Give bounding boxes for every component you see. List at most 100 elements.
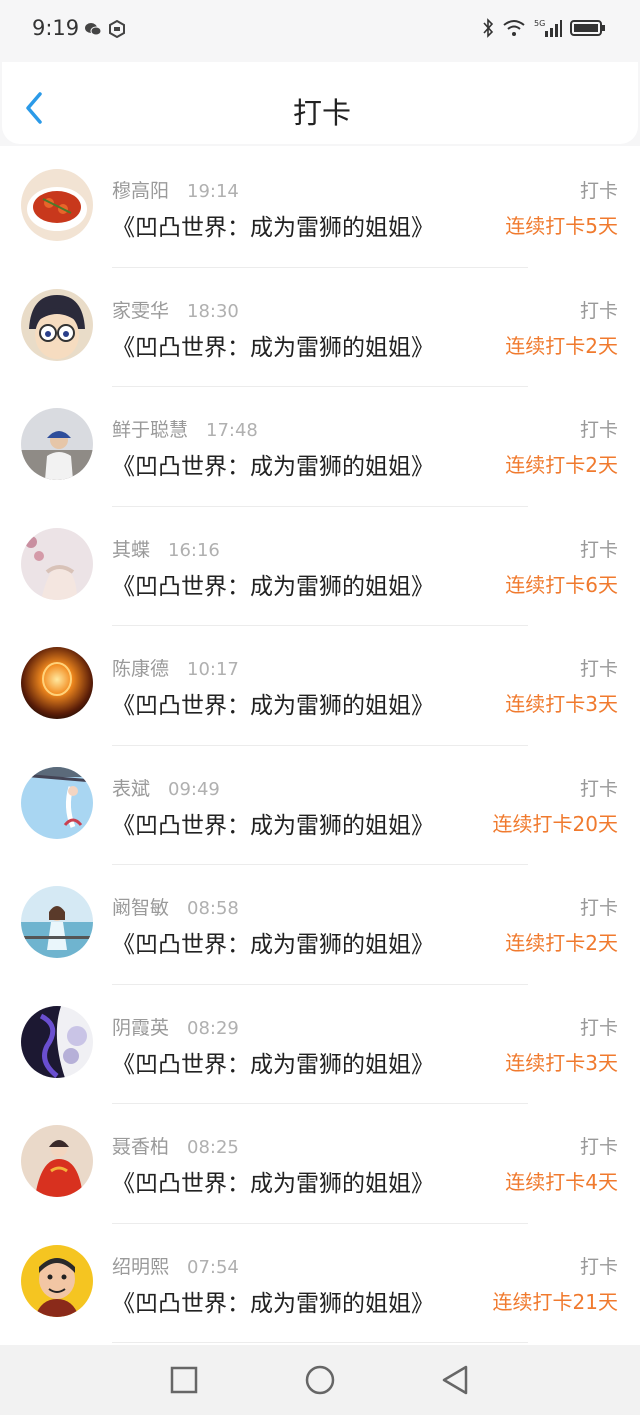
checkin-time: 07:54 [187, 1256, 239, 1278]
streak-label: 连续打卡2天 [505, 333, 618, 358]
avatar[interactable] [21, 1125, 93, 1197]
streak-label: 连续打卡2天 [505, 453, 618, 477]
book-title[interactable]: 《凹凸世界：成为雷狮的姐姐》 [112, 1284, 434, 1318]
streak-label: 连续打卡20天 [492, 811, 618, 836]
wechat-icon [84, 20, 102, 38]
user-name[interactable]: 绍明熙 [112, 1256, 169, 1278]
checkin-time: 08:58 [187, 898, 239, 919]
checkin-time: 09:49 [168, 778, 220, 800]
avatar[interactable] [21, 647, 93, 719]
circle-home-icon [305, 1365, 335, 1395]
checkin-row[interactable]: 其蝶 16:16 《凹凸世界：成为雷狮的姐姐》 打卡连续打卡6天 [0, 507, 640, 626]
checkin-tag: 打卡 [579, 538, 618, 561]
food-avatar [21, 169, 93, 241]
checkin-time: 10:17 [187, 659, 239, 680]
user-name[interactable]: 表斌 [112, 778, 150, 800]
streak-label: 连续打卡4天 [505, 1170, 618, 1194]
bluetooth-icon [482, 18, 494, 42]
checkin-row[interactable]: 家雯华 18:30 《凹凸世界：成为雷狮的姐姐》 打卡连续打卡2天 [0, 268, 640, 387]
divider [112, 1342, 528, 1343]
checkin-row[interactable]: 表斌 09:49 《凹凸世界：成为雷狮的姐姐》 打卡连续打卡20天 [0, 746, 640, 865]
checkin-time: 08:29 [187, 1017, 239, 1039]
checkin-row[interactable]: 陈康德 10:17 《凹凸世界：成为雷狮的姐姐》 打卡连续打卡3天 [0, 626, 640, 746]
checkin-list: 穆高阳 19:14 《凹凸世界：成为雷狮的姐姐》 打卡 连续打卡5天 家雯华 18:30 《凹… [0, 148, 640, 1343]
checkin-time: 08:25 [187, 1137, 239, 1158]
streak-label: 连续打卡21天 [492, 1289, 618, 1314]
avatar[interactable] [21, 527, 93, 600]
hands-avatar [21, 527, 93, 600]
streak-label: 连续打卡6天 [505, 572, 618, 597]
user-name[interactable]: 聂香柏 [112, 1136, 169, 1158]
user-name[interactable]: 阴霞英 [112, 1017, 169, 1039]
book-title[interactable]: 《凹凸世界：成为雷狮的姐姐》 [112, 208, 434, 242]
nav-back-button[interactable] [436, 1363, 476, 1397]
svg-text:5G: 5G [534, 19, 545, 28]
dark-art-avatar [21, 1005, 93, 1078]
book-title[interactable]: 《凹凸世界：成为雷狮的姐姐》 [112, 1164, 434, 1198]
avatar[interactable] [21, 1244, 93, 1317]
photo-person-avatar [21, 408, 93, 480]
checkin-tag: 打卡 [579, 1255, 618, 1278]
streak-label: 连续打卡3天 [505, 1050, 618, 1075]
checkin-time: 18:30 [187, 300, 239, 322]
checkin-row[interactable]: 阚智敏 08:58 《凹凸世界：成为雷狮的姐姐》 打卡连续打卡2天 [0, 865, 640, 985]
user-name[interactable]: 鲜于聪慧 [112, 419, 188, 441]
triangle-back-icon [442, 1365, 468, 1395]
header: 打卡 [0, 62, 640, 146]
avatar[interactable] [21, 288, 93, 361]
seaside-girl-avatar [21, 886, 93, 958]
avatar[interactable] [21, 1005, 93, 1078]
avatar[interactable] [21, 766, 93, 839]
status-time: 9:19 [32, 16, 80, 40]
checkin-tag: 打卡 [579, 658, 618, 680]
system-nav-bar [0, 1345, 640, 1415]
cartoon-boy-glasses-avatar [21, 288, 93, 361]
checkin-row[interactable]: 穆高阳 19:14 《凹凸世界：成为雷狮的姐姐》 打卡连续打卡5天 [0, 148, 640, 268]
user-name[interactable]: 穆高阳 [112, 180, 169, 202]
checkin-tag: 打卡 [579, 419, 618, 441]
checkin-tag: 打卡 [579, 180, 618, 202]
checkin-tag: 打卡 [579, 777, 618, 800]
square-recents-icon [170, 1366, 198, 1394]
home-button[interactable] [300, 1363, 340, 1397]
app-badge-icon [108, 19, 126, 39]
cartoon-man-avatar [21, 1244, 93, 1317]
checkin-row[interactable]: 鲜于聪慧 17:48 《凹凸世界：成为雷狮的姐姐》 打卡连续打卡2天 [0, 387, 640, 507]
checkin-tag: 打卡 [579, 299, 618, 322]
book-title[interactable]: 《凹凸世界：成为雷狮的姐姐》 [112, 1045, 434, 1079]
book-title[interactable]: 《凹凸世界：成为雷狮的姐姐》 [112, 806, 434, 840]
checkin-row[interactable]: 聂香柏 08:25 《凹凸世界：成为雷狮的姐姐》 打卡连续打卡4天 [0, 1104, 640, 1224]
streak-label: 连续打卡3天 [505, 692, 618, 716]
avatar[interactable] [21, 886, 93, 958]
signal-5g-icon: 5G [534, 18, 562, 42]
checkin-row[interactable]: 阴霞英 08:29 《凹凸世界：成为雷狮的姐姐》 打卡连续打卡3天 [0, 985, 640, 1104]
checkin-time: 16:16 [168, 539, 220, 561]
recents-button[interactable] [164, 1363, 204, 1397]
avatar[interactable] [21, 408, 93, 480]
book-title[interactable]: 《凹凸世界：成为雷狮的姐姐》 [112, 567, 434, 601]
user-name[interactable]: 其蝶 [112, 539, 150, 561]
streak-label: 连续打卡2天 [505, 931, 618, 955]
user-name[interactable]: 阚智敏 [112, 897, 169, 919]
checkin-tag: 打卡 [579, 1016, 618, 1039]
user-name[interactable]: 陈康德 [112, 658, 169, 680]
status-bar: 9:19 5G [0, 0, 640, 62]
book-title[interactable]: 《凹凸世界：成为雷狮的姐姐》 [112, 686, 434, 720]
book-title[interactable]: 《凹凸世界：成为雷狮的姐姐》 [112, 447, 434, 481]
user-name[interactable]: 家雯华 [112, 300, 169, 322]
streak-label: 连续打卡5天 [505, 214, 618, 238]
checkin-row[interactable]: 绍明熙 07:54 《凹凸世界：成为雷狮的姐姐》 打卡连续打卡21天 [0, 1224, 640, 1343]
book-title[interactable]: 《凹凸世界：成为雷狮的姐姐》 [112, 925, 434, 959]
light-bulb-avatar [21, 647, 93, 719]
checkin-tag: 打卡 [579, 897, 618, 919]
wifi-icon [502, 18, 526, 42]
checkin-time: 19:14 [187, 181, 239, 202]
red-dress-avatar [21, 1125, 93, 1197]
page-title: 打卡 [292, 96, 351, 130]
avatar[interactable] [21, 169, 93, 241]
blue-sky-avatar [21, 766, 93, 839]
battery-icon [570, 18, 606, 42]
checkin-tag: 打卡 [579, 1136, 618, 1158]
book-title[interactable]: 《凹凸世界：成为雷狮的姐姐》 [112, 328, 434, 362]
checkin-time: 17:48 [206, 420, 258, 441]
